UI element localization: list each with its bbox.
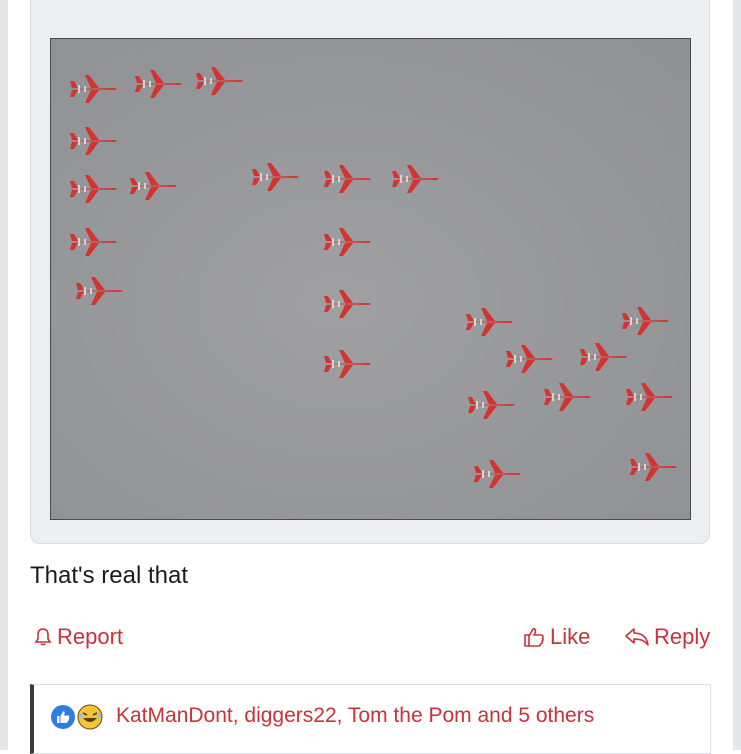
jet-marker xyxy=(473,459,522,489)
like-label: Like xyxy=(550,624,591,649)
jet-marker xyxy=(625,382,674,412)
jet-marker xyxy=(323,164,372,194)
jet-marker xyxy=(629,452,678,482)
jet-marker xyxy=(465,307,514,337)
thumbs-up-icon xyxy=(522,625,546,649)
jet-marker xyxy=(75,276,124,306)
reactions-bar[interactable]: KatManDont, diggers22, Tom the Pom and 5… xyxy=(30,684,711,754)
jet-marker xyxy=(69,74,118,104)
reply-arrow-icon xyxy=(624,626,650,648)
jet-marker xyxy=(195,66,244,96)
report-button[interactable]: Report xyxy=(33,624,123,650)
quoted-post-photo[interactable] xyxy=(50,38,691,520)
report-label: Report xyxy=(57,624,124,649)
laugh-reaction-icon xyxy=(77,704,103,730)
page-edge-right xyxy=(733,0,741,750)
jets-formation-graphic xyxy=(69,66,678,489)
reaction-icons xyxy=(50,704,110,730)
jet-marker xyxy=(134,69,183,99)
jet-marker xyxy=(69,126,118,156)
reply-button[interactable]: Reply xyxy=(624,624,710,650)
like-reaction-icon xyxy=(51,705,75,729)
jet-marker xyxy=(251,162,300,192)
jet-marker xyxy=(467,390,516,420)
jet-marker xyxy=(543,382,592,412)
jet-marker xyxy=(129,171,178,201)
post-body-text: That's real that xyxy=(30,562,188,589)
page-edge-left xyxy=(0,0,8,750)
reply-label: Reply xyxy=(654,624,711,649)
jet-marker xyxy=(579,342,628,372)
jet-marker xyxy=(621,306,670,336)
like-button[interactable]: Like xyxy=(522,624,590,650)
reaction-users-link[interactable]: KatManDont, diggers22, Tom the Pom and 5… xyxy=(116,704,594,728)
jet-marker xyxy=(69,227,118,257)
bell-icon xyxy=(33,627,53,647)
jet-marker xyxy=(505,344,554,374)
jet-marker xyxy=(323,349,372,379)
jet-marker xyxy=(323,227,372,257)
jet-marker xyxy=(391,164,440,194)
jet-marker xyxy=(323,289,372,319)
jet-marker xyxy=(69,174,118,204)
